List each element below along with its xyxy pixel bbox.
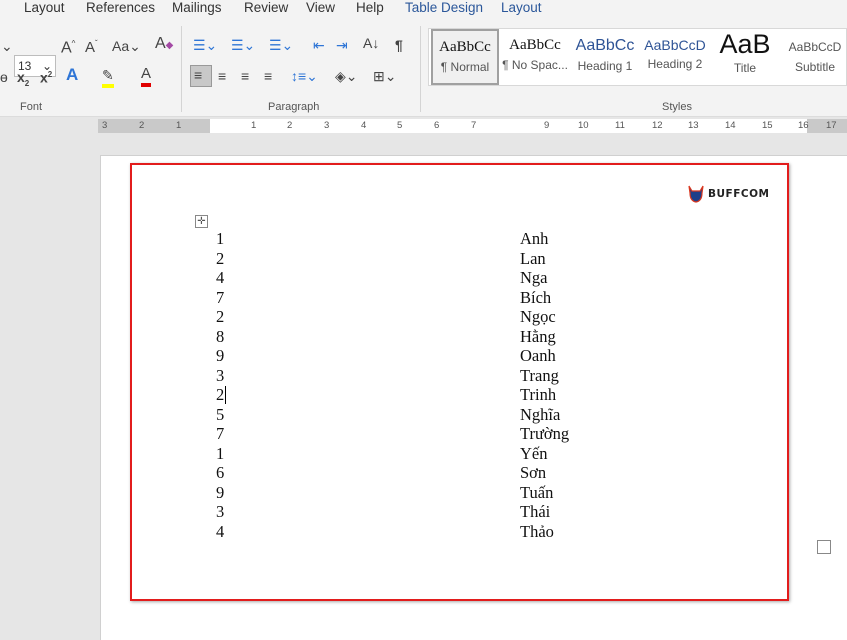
- table-cell-name[interactable]: Nghĩa: [520, 405, 560, 425]
- change-case-icon[interactable]: Aa⌄: [112, 37, 141, 55]
- tab-references[interactable]: References: [86, 0, 155, 15]
- shrink-font-icon[interactable]: Aˇ: [85, 35, 98, 57]
- table-cell-number[interactable]: 7: [216, 288, 224, 308]
- align-center-icon[interactable]: ≡: [218, 67, 226, 85]
- table-cell-number[interactable]: 9: [216, 483, 224, 503]
- table-cell-number[interactable]: 7: [216, 424, 224, 444]
- table-cell-name[interactable]: Bích: [520, 288, 551, 308]
- table-cell-name[interactable]: Tuấn: [520, 483, 553, 503]
- table-resize-handle[interactable]: [817, 540, 831, 554]
- borders-icon[interactable]: ⊞⌄: [373, 67, 396, 85]
- table-cell-name[interactable]: Lan: [520, 249, 546, 269]
- subscript-icon[interactable]: x2: [17, 68, 29, 93]
- ribbon-tabs: Layout References Mailings Review View H…: [0, 0, 847, 20]
- justify-icon[interactable]: ≡: [264, 67, 272, 85]
- tab-layout[interactable]: Layout: [24, 0, 65, 15]
- font-color-icon[interactable]: A: [141, 65, 152, 87]
- align-left-icon[interactable]: ≡: [190, 65, 212, 87]
- superscript-icon[interactable]: x2: [40, 66, 52, 87]
- text-cursor: [225, 386, 226, 404]
- buffcom-logo: BUFFCOM: [687, 185, 769, 203]
- table-cell-name[interactable]: Ngọc: [520, 307, 556, 327]
- clear-formatting-icon[interactable]: A◆: [155, 35, 173, 55]
- divider: [181, 26, 182, 112]
- ruler-margin-left: [98, 119, 210, 133]
- styles-group-label: Styles: [662, 101, 692, 113]
- table-cell-name[interactable]: Yến: [520, 444, 548, 464]
- table-cell-name[interactable]: Nga: [520, 268, 548, 288]
- sort-icon[interactable]: A↓: [363, 34, 379, 52]
- horizontal-ruler[interactable]: 321 1 2 3 4 5 6 7 9 10 11 12 13 14 15 16 17: [98, 119, 847, 133]
- bullets-icon[interactable]: ☰⌄: [193, 36, 217, 54]
- paragraph-group-label: Paragraph: [268, 101, 320, 113]
- table-cell-name[interactable]: Thái: [520, 502, 550, 522]
- line-spacing-icon[interactable]: ↕≡⌄: [291, 67, 318, 85]
- multilevel-list-icon[interactable]: ☰⌄: [269, 36, 293, 54]
- table-cell-number[interactable]: 4: [216, 268, 224, 288]
- table-cell-number[interactable]: 1: [216, 229, 224, 249]
- logo-icon: [688, 185, 704, 203]
- table-cell-name[interactable]: Thảo: [520, 522, 554, 542]
- table-move-handle[interactable]: ✛: [195, 215, 208, 228]
- table-cell-number[interactable]: 8: [216, 327, 224, 347]
- tab-table-design[interactable]: Table Design: [405, 0, 483, 15]
- table-cell-number[interactable]: 6: [216, 463, 224, 483]
- tab-review[interactable]: Review: [244, 0, 288, 15]
- tab-mailings[interactable]: Mailings: [172, 0, 222, 15]
- style-no-spacing[interactable]: AaBbCc ¶ No Spac...: [501, 29, 569, 85]
- grow-font-icon[interactable]: A^: [61, 35, 75, 57]
- style-heading-1[interactable]: AaBbCc Heading 1: [571, 29, 639, 85]
- table-cell-number[interactable]: 9: [216, 346, 224, 366]
- decrease-indent-icon[interactable]: ⇤: [313, 36, 325, 54]
- style-normal[interactable]: AaBbCc ¶ Normal: [431, 29, 499, 85]
- table-cell-name[interactable]: Hằng: [520, 327, 556, 347]
- table-cell-number[interactable]: 5: [216, 405, 224, 425]
- numbering-icon[interactable]: ☰⌄: [231, 36, 255, 54]
- table-cell-name[interactable]: Trinh: [520, 385, 556, 405]
- style-heading-2[interactable]: AaBbCcD Heading 2: [641, 29, 709, 85]
- text-effects-icon[interactable]: A: [66, 66, 78, 84]
- divider: [420, 26, 421, 112]
- table-cell-number[interactable]: 1: [216, 444, 224, 464]
- chevron-down-icon[interactable]: ⌄: [1, 37, 13, 55]
- table-cell-name[interactable]: Anh: [520, 229, 548, 249]
- table-cell-name[interactable]: Sơn: [520, 463, 546, 483]
- align-right-icon[interactable]: ≡: [241, 67, 249, 85]
- table-cell-number[interactable]: 2: [216, 385, 224, 405]
- highlight-box: [130, 163, 789, 601]
- table-cell-number[interactable]: 2: [216, 307, 224, 327]
- table-cell-number[interactable]: 4: [216, 522, 224, 542]
- table-cell-number[interactable]: 3: [216, 366, 224, 386]
- tab-view[interactable]: View: [306, 0, 335, 15]
- table-cell-number[interactable]: 2: [216, 249, 224, 269]
- pilcrow-icon[interactable]: ¶: [395, 36, 403, 54]
- table-cell-name[interactable]: Trường: [520, 424, 569, 444]
- increase-indent-icon[interactable]: ⇥: [336, 36, 348, 54]
- tab-help[interactable]: Help: [356, 0, 384, 15]
- style-title[interactable]: AaB Title: [711, 29, 779, 85]
- shading-icon[interactable]: ◈⌄: [335, 67, 358, 85]
- tab-table-layout[interactable]: Layout: [501, 0, 542, 15]
- highlight-icon[interactable]: ✎: [102, 66, 114, 88]
- table-cell-name[interactable]: Oanh: [520, 346, 556, 366]
- table-cell-number[interactable]: 3: [216, 502, 224, 522]
- font-group-label: Font: [20, 101, 43, 113]
- styles-gallery: AaBbCc ¶ Normal AaBbCc ¶ No Spac... AaBbCc…: [428, 28, 847, 86]
- style-subtitle[interactable]: AaBbCcD Subtitle: [781, 29, 847, 85]
- table-cell-name[interactable]: Trang: [520, 366, 559, 386]
- strikethrough-icon[interactable]: ɵ: [0, 68, 8, 86]
